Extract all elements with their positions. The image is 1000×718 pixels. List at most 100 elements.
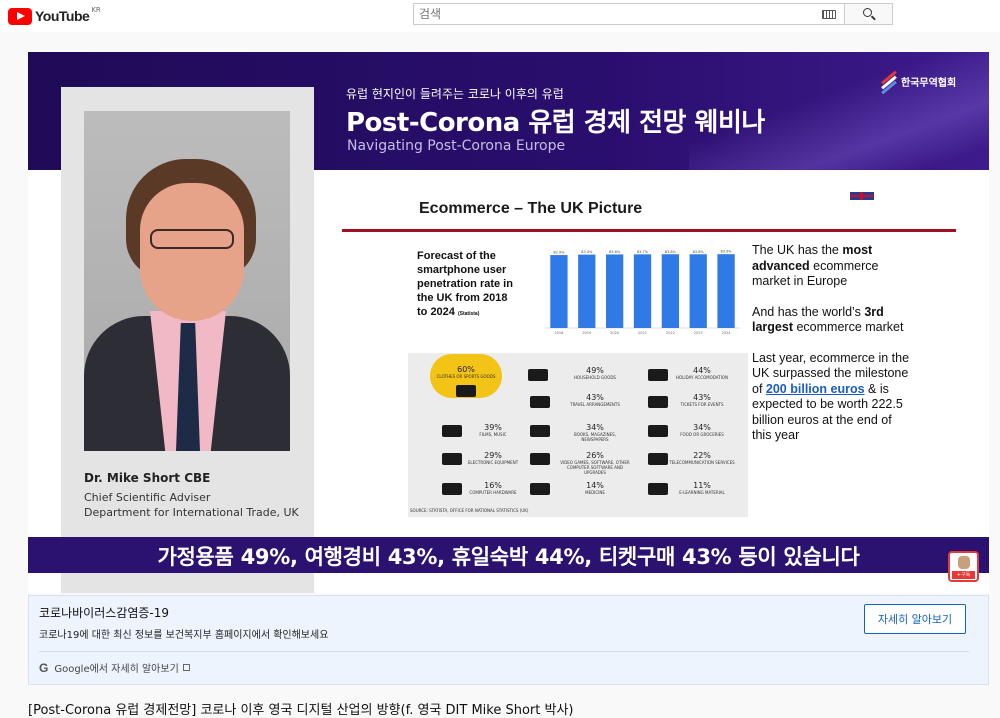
infographic-item: 39% FILMS, MUSIC — [458, 423, 528, 437]
chart-category-label: 2024 — [722, 331, 732, 335]
ecommerce-infographic: SOURCE: STATISTA, OFFICE FOR NATIONAL ST… — [408, 353, 748, 517]
infographic-percent: 34% — [693, 423, 711, 432]
youtube-play-icon — [8, 7, 32, 25]
covid-info-panel: 코로나바이러스감염증-19 코로나19에 대한 최신 정보를 보건복지부 홈페이… — [28, 595, 989, 685]
infographic-percent: 44% — [693, 366, 711, 375]
slide-divider — [342, 229, 956, 232]
covid-panel-divider — [39, 651, 969, 652]
subscribe-label: +구독 — [952, 571, 975, 579]
keyboard-icon[interactable] — [822, 10, 836, 19]
clothes-icon — [456, 385, 476, 397]
infographic-percent: 34% — [586, 423, 604, 432]
category-icon — [530, 396, 550, 408]
infographic-percent: 39% — [484, 423, 502, 432]
chart-category-label: 2022 — [666, 331, 675, 335]
search-icon — [863, 8, 872, 17]
forecast-label: Forecast of the smartphone user penetrat… — [417, 249, 517, 321]
chart-bar — [661, 254, 679, 328]
speaker-name: Dr. Mike Short CBE — [84, 471, 211, 485]
infographic-percent: 11% — [693, 481, 711, 490]
search-button[interactable] — [845, 3, 893, 25]
category-icon — [648, 369, 668, 381]
uk-text-paragraph-2: And has the world’s 3rd largest ecommerc… — [752, 304, 904, 335]
chart-data-label: 83.4% — [581, 250, 593, 254]
chart-bar — [578, 254, 596, 328]
infographic-percent: 26% — [586, 451, 604, 460]
infographic-item: 22% TELECOMMUNICATION SERVICES — [662, 451, 742, 465]
speaker-department: Department for International Trade, UK — [84, 506, 299, 519]
penetration-bar-chart: 82.9% 2018 83.4% 2019 83.6% 2020 83.7% 2021 83.8… — [545, 250, 740, 335]
speaker-role: Chief Scientific Adviser — [84, 491, 211, 504]
infographic-item: 49% HOUSEHOLD GOODS — [560, 366, 630, 380]
infographic-percent: 22% — [693, 451, 711, 460]
infographic-label: ELECTRONIC EQUIPMENT — [467, 460, 519, 465]
chart-data-label: 83.7% — [637, 250, 649, 254]
infographic-item: 44% HOLIDAY ACCOMODATION — [662, 366, 742, 380]
video-player[interactable]: 유럽 현지인이 들려주는 코로나 이후의 유럽 Post-Corona 유럽 경… — [28, 52, 989, 593]
category-icon — [648, 396, 668, 408]
external-link-icon — [182, 664, 190, 671]
infographic-item: 43% TICKETS FOR EVENTS — [662, 393, 742, 407]
kita-logo-icon — [880, 70, 898, 95]
chart-bar — [550, 255, 568, 328]
uk-text-paragraph-1: The UK has the most advanced ecommerce m… — [752, 243, 879, 288]
chart-data-label: 83.6% — [609, 250, 621, 254]
search-input[interactable] — [414, 4, 814, 24]
chart-category-label: 2018 — [554, 331, 563, 335]
category-icon — [442, 425, 462, 437]
kita-logo-text: 한국무역협회 — [901, 77, 957, 89]
category-icon — [648, 453, 668, 465]
category-icon — [648, 483, 668, 495]
infographic-percent: 14% — [586, 481, 604, 490]
infographic-item: 11% E-LEARNING MATERIAL — [662, 481, 742, 495]
subscribe-watermark[interactable]: +구독 — [948, 551, 979, 582]
channel-avatar-icon — [958, 556, 970, 569]
infographic-label: TRAVEL ARRANGEMENTS — [570, 402, 620, 407]
chart-bar — [689, 254, 707, 328]
chart-data-label: 83.8% — [665, 250, 677, 254]
infographic-label: HOLIDAY ACCOMODATION — [676, 375, 728, 380]
infographic-percent: 29% — [484, 451, 502, 460]
covid-panel-description: 코로나19에 대한 최신 정보를 보건복지부 홈페이지에서 확인해보세요 — [39, 630, 329, 641]
category-icon — [648, 425, 668, 437]
infographic-label: TICKETS FOR EVENTS — [680, 402, 724, 407]
banner-english-title: Navigating Post-Corona Europe — [347, 138, 566, 154]
infographic-label: TELECOMMUNICATION SERVICES — [669, 460, 735, 465]
banner-title: Post-Corona 유럽 경제 전망 웨비나 — [346, 108, 765, 138]
uk-link-200bn[interactable]: 200 billion euros — [766, 382, 865, 396]
infographic-item: 34% BOOKS, MAGAZINES, NEWSPAPERS — [560, 423, 630, 442]
infographic-item: 43% TRAVEL ARRANGEMENTS — [560, 393, 630, 407]
category-icon — [530, 483, 550, 495]
chart-bar — [717, 254, 735, 328]
google-learn-more-link[interactable]: G Google에서 자세히 알아보기 — [39, 660, 190, 675]
chart-category-label: 2019 — [582, 331, 591, 335]
chart-category-label: 2021 — [638, 331, 647, 335]
top-header: YouTube KR — [0, 0, 1000, 32]
speaker-photo — [84, 111, 290, 451]
banner-subtitle: 유럽 현지인이 들려주는 코로나 이후의 유럽 — [346, 87, 564, 101]
category-icon — [528, 369, 548, 381]
chart-bar — [606, 254, 624, 328]
forecast-text: Forecast of the smartphone user penetrat… — [417, 250, 513, 318]
infographic-percent: 16% — [484, 481, 502, 490]
learn-more-button[interactable]: 자세히 알아보기 — [864, 604, 966, 634]
photo-face — [140, 183, 244, 321]
category-icon — [530, 425, 550, 437]
infographic-item: 60% CLOTHES OR SPORTS GOODS — [430, 365, 502, 379]
infographic-label: VIDEO GAMES, SOFTWARE, OTHER COMPUTER SO… — [560, 460, 630, 475]
infographic-percent: 43% — [693, 393, 711, 402]
chart-category-label: 2023 — [694, 331, 703, 335]
infographic-label: FOOD OR GROCERIES — [680, 432, 724, 437]
infographic-label: BOOKS, MAGAZINES, NEWSPAPERS — [574, 432, 616, 442]
chart-category-label: 2020 — [610, 331, 619, 335]
infographic-label: MEDICINE — [585, 490, 605, 495]
youtube-logo[interactable]: YouTube KR — [8, 6, 101, 26]
infographic-item: 26% VIDEO GAMES, SOFTWARE, OTHER COMPUTER… — [560, 451, 630, 475]
slide-title: Ecommerce – The UK Picture — [419, 200, 643, 217]
category-icon — [442, 483, 462, 495]
kita-logo: 한국무역협회 — [880, 70, 957, 95]
infographic-item: 16% COMPUTER HARDWARE — [458, 481, 528, 495]
video-title: [Post-Corona 유럽 경제전망] 코로나 이후 영국 디지털 산업의 … — [28, 703, 574, 718]
chart-data-label: 83.9% — [721, 250, 733, 254]
chart-bar — [633, 254, 652, 328]
